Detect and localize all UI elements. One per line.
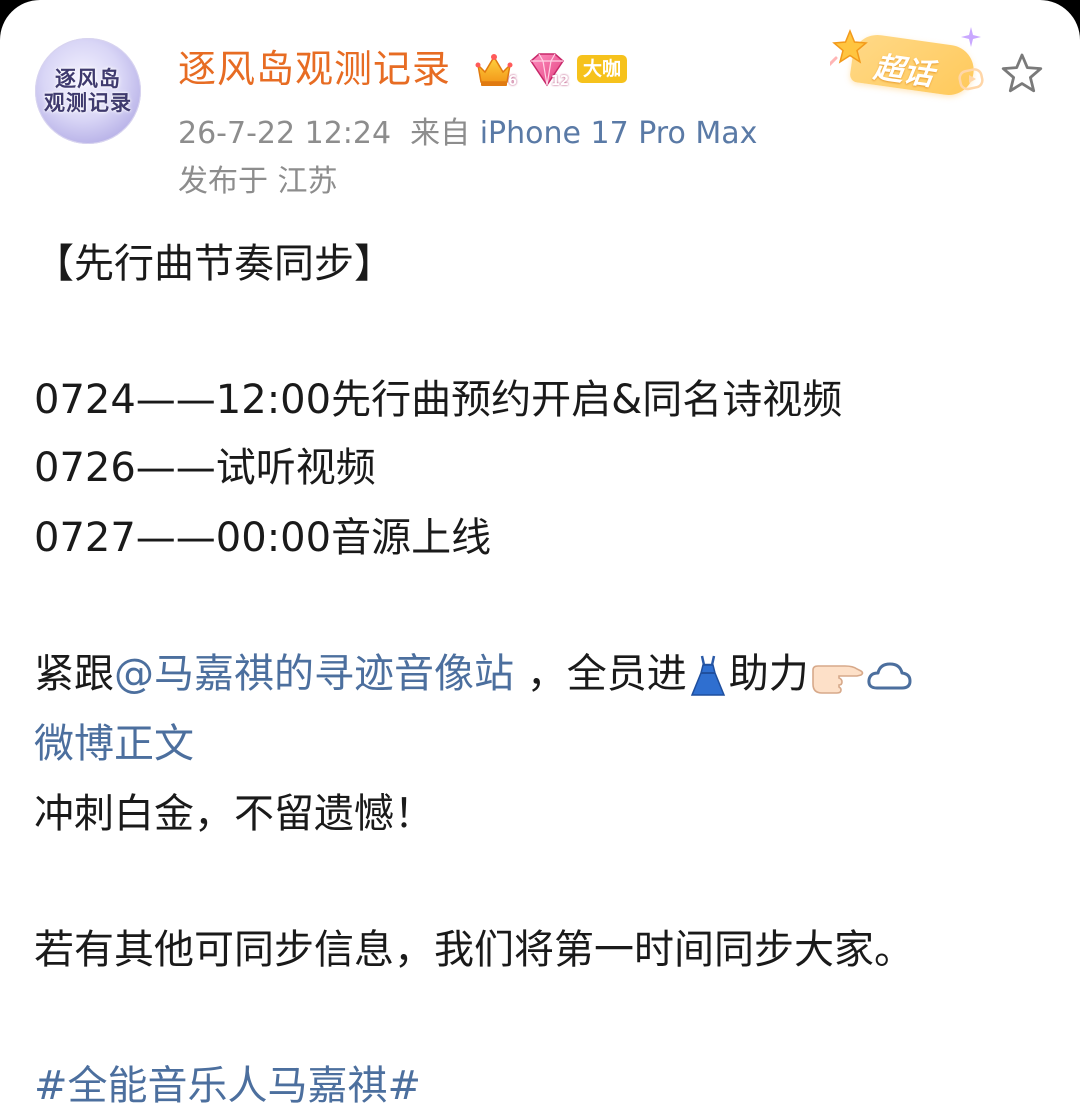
post-title: 【先行曲节奏同步】 bbox=[34, 241, 394, 287]
gem-level: 12 bbox=[550, 74, 569, 89]
avatar[interactable]: 逐风岛 观测记录 bbox=[35, 38, 141, 144]
post-card: 逐风岛 观测记录 逐风岛观测记录 6 12 大咖 26-7-22 12:24 来… bbox=[0, 0, 1080, 1118]
mention-link[interactable]: @马嘉祺的寻迹音像站 bbox=[114, 651, 514, 697]
star-outline-icon[interactable] bbox=[999, 51, 1045, 97]
daka-badge[interactable]: 大咖 bbox=[577, 55, 628, 83]
schedule-text: 12:00先行曲预约开启&同名诗视频 bbox=[215, 377, 843, 423]
schedule-line: 0726——试听视频 bbox=[34, 442, 376, 494]
source-prefix: 来自 bbox=[410, 116, 471, 151]
supertopic-star-icon bbox=[830, 29, 868, 67]
gem-badge-icon[interactable]: 12 bbox=[525, 49, 569, 89]
weibo-text-link[interactable]: 微博正文 bbox=[34, 721, 194, 767]
cheer-line: 冲刺白金，不留遗憾！ bbox=[34, 791, 434, 837]
follow-line: 紧跟@马嘉祺的寻迹音像站 ，全员进 助力 bbox=[34, 648, 913, 700]
notice-line: 若有其他可同步信息，我们将第一时间同步大家。 bbox=[34, 927, 914, 973]
supertopic-button[interactable]: 超话 bbox=[830, 26, 986, 108]
follow-middle: ，全员进 bbox=[514, 651, 687, 697]
schedule-text: 00:00音源上线 bbox=[215, 515, 492, 561]
device-link[interactable]: iPhone 17 Pro Max bbox=[480, 116, 758, 151]
author-name[interactable]: 逐风岛观测记录 bbox=[178, 44, 451, 94]
hashtag-line: #全能音乐人马嘉祺# bbox=[34, 1060, 421, 1112]
post-timestamp: 26-7-22 12:24 bbox=[178, 116, 392, 151]
follow-suffix: 助力 bbox=[728, 651, 809, 697]
avatar-text: 逐风岛 观测记录 bbox=[44, 66, 132, 115]
dress-emoji-icon bbox=[690, 655, 725, 696]
schedule-date: 0724 bbox=[34, 377, 136, 423]
sparkle-icon bbox=[961, 27, 981, 47]
schedule-date: 0727 bbox=[34, 515, 136, 561]
weibo-link-line: 微博正文 bbox=[34, 718, 194, 770]
author-badges: 6 12 大咖 bbox=[473, 49, 628, 89]
schedule-line: 0724——12:00先行曲预约开启&同名诗视频 bbox=[34, 374, 842, 426]
play-bubble-icon bbox=[958, 68, 984, 91]
schedule-dash: —— bbox=[135, 377, 216, 423]
schedule-dash: —— bbox=[135, 515, 216, 561]
weibo-cloud-icon[interactable] bbox=[865, 656, 913, 696]
schedule-dash: —— bbox=[135, 445, 216, 491]
post-meta: 26-7-22 12:24 来自 iPhone 17 Pro Max bbox=[178, 112, 757, 156]
schedule-date: 0726 bbox=[34, 445, 136, 491]
pointing-right-emoji-icon bbox=[811, 665, 864, 694]
schedule-line: 0727——00:00音源上线 bbox=[34, 512, 491, 564]
crown-level: 6 bbox=[507, 74, 517, 89]
schedule-text: 试听视频 bbox=[215, 445, 376, 491]
follow-prefix: 紧跟 bbox=[34, 651, 114, 697]
supertopic-label: 超话 bbox=[871, 49, 936, 93]
crown-badge-icon[interactable]: 6 bbox=[473, 49, 517, 89]
post-location: 发布于 江苏 bbox=[178, 164, 338, 199]
hashtag-link[interactable]: #全能音乐人马嘉祺# bbox=[34, 1063, 421, 1109]
